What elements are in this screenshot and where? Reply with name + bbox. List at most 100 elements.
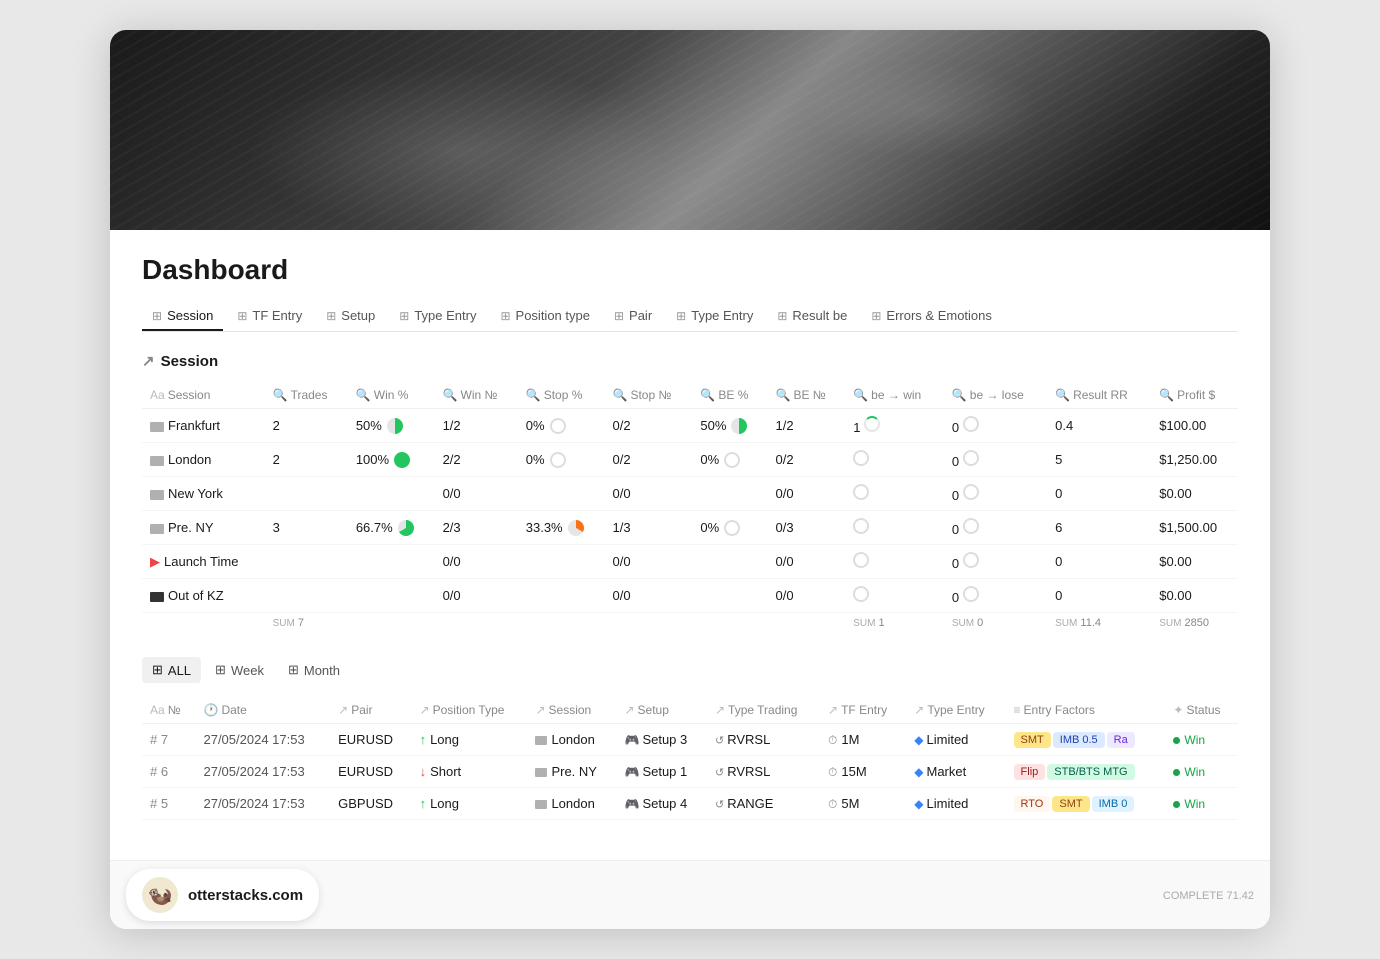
tab-type-entry-1-icon: ⊞	[399, 309, 409, 323]
trades-col-setup: ↗Setup	[616, 697, 706, 724]
trades-col-position-type: ↗Position Type	[412, 697, 528, 724]
cell-win-pct	[348, 477, 435, 511]
table-row: ▶Launch Time 0/0 0/0 0/0	[142, 545, 1238, 579]
tab-week[interactable]: ⊞ Week	[205, 657, 274, 683]
cell-session: ▶Launch Time	[142, 545, 265, 579]
tab-type-entry-2[interactable]: ⊞ Type Entry	[666, 302, 763, 331]
cell-be-pct	[692, 579, 767, 613]
cell-result-rr: 0	[1047, 545, 1151, 579]
tab-tf-entry[interactable]: ⊞ TF Entry	[227, 302, 312, 331]
table-row: Frankfurt 2 50% 1/2 0% 0/2 50% 1/2 1	[142, 409, 1238, 443]
cell-trade-position: ↑Long	[412, 724, 528, 756]
cell-profit: $0.00	[1151, 545, 1238, 579]
cell-profit: $0.00	[1151, 477, 1238, 511]
cell-session: Out of KZ	[142, 579, 265, 613]
trades-col-tf-entry: ↗TF Entry	[820, 697, 906, 724]
tab-position-type[interactable]: ⊞ Position type	[490, 302, 600, 331]
cell-trade-type-trading: ↺RVRSL	[707, 724, 820, 756]
col-profit: 🔍Profit $	[1151, 382, 1238, 409]
cell-trades	[265, 579, 348, 613]
cell-win-pct	[348, 579, 435, 613]
cell-trade-no: # 5	[142, 788, 195, 820]
session-table-container: AaSession 🔍Trades 🔍Win % 🔍Win № 🔍Stop % …	[142, 382, 1238, 633]
col-be-lose: 🔍be → lose	[944, 382, 1047, 409]
cell-stop-pct	[518, 477, 605, 511]
cell-be-lose: 0	[944, 545, 1047, 579]
table-row: London 2 100% 2/2 0% 0/2 0% 0/2	[142, 443, 1238, 477]
cell-be-no: 0/2	[768, 443, 846, 477]
trades-col-session: ↗Session	[527, 697, 616, 724]
tab-type-entry-1[interactable]: ⊞ Type Entry	[389, 302, 486, 331]
tab-type-entry-2-icon: ⊞	[676, 309, 686, 323]
trades-col-status: ✦Status	[1165, 697, 1238, 724]
cell-trade-session: London	[527, 788, 616, 820]
tab-setup-icon: ⊞	[326, 309, 336, 323]
cell-stop-no: 0/2	[605, 409, 693, 443]
tab-all[interactable]: ⊞ ALL	[142, 657, 201, 683]
cell-win-no: 0/0	[435, 477, 518, 511]
cell-win-no: 1/2	[435, 409, 518, 443]
table-row: Pre. NY 3 66.7% 2/3 33.3% 1/3 0% 0/3	[142, 511, 1238, 545]
cell-trade-pair: EURUSD	[330, 724, 411, 756]
tab-pair[interactable]: ⊞ Pair	[604, 302, 662, 331]
cell-result-rr: 0	[1047, 477, 1151, 511]
tab-errors[interactable]: ⊞ Errors & Emotions	[861, 302, 1002, 331]
page-title: Dashboard	[142, 254, 1238, 286]
cell-trade-tf-entry: ⏱1M	[820, 724, 906, 756]
cell-be-lose: 0	[944, 477, 1047, 511]
cell-trade-session: Pre. NY	[527, 756, 616, 788]
tab-setup[interactable]: ⊞ Setup	[316, 302, 385, 331]
cell-be-win	[845, 579, 944, 613]
tab-position-type-icon: ⊞	[500, 309, 510, 323]
section-arrow-icon: ↗	[142, 352, 155, 370]
cell-trade-date: 27/05/2024 17:53	[195, 788, 330, 820]
cell-be-pct: 0%	[692, 443, 767, 477]
tab-month[interactable]: ⊞ Month	[278, 657, 350, 683]
cell-trade-setup: 🎮Setup 3	[616, 724, 706, 756]
tab-week-icon: ⊞	[215, 662, 226, 678]
cell-win-pct	[348, 545, 435, 579]
tab-session[interactable]: ⊞ Session	[142, 302, 223, 331]
cell-be-no: 0/0	[768, 579, 846, 613]
cell-stop-no: 0/0	[605, 545, 693, 579]
cell-trade-entry-factors: FlipSTB/BTS MTG	[1006, 756, 1166, 788]
otter-avatar: 🦦	[142, 877, 178, 913]
cell-stop-pct	[518, 545, 605, 579]
otter-name: otterstacks.com	[188, 887, 303, 904]
cell-trade-position: ↑Long	[412, 788, 528, 820]
cell-session: New York	[142, 477, 265, 511]
cell-trade-type-entry: ◆Limited	[906, 788, 1005, 820]
tab-tf-entry-icon: ⊞	[237, 309, 247, 323]
trades-table: Aa№ 🕐Date ↗Pair ↗Position Type ↗Session …	[142, 697, 1238, 820]
col-trades: 🔍Trades	[265, 382, 348, 409]
cell-trade-entry-factors: SMTIMB 0.5Ra	[1006, 724, 1166, 756]
cell-trade-type-trading: ↺RVRSL	[707, 756, 820, 788]
cell-trades	[265, 477, 348, 511]
cell-be-pct	[692, 545, 767, 579]
cell-result-rr: 5	[1047, 443, 1151, 477]
cell-be-lose: 0	[944, 511, 1047, 545]
bottom-bar: 🦦 otterstacks.com COMPLETE 71.42	[110, 860, 1270, 929]
tab-result-be[interactable]: ⊞ Result be	[767, 302, 857, 331]
trades-col-pair: ↗Pair	[330, 697, 411, 724]
session-table: AaSession 🔍Trades 🔍Win % 🔍Win № 🔍Stop % …	[142, 382, 1238, 633]
cell-be-pct: 0%	[692, 511, 767, 545]
trades-col-no: Aa№	[142, 697, 195, 724]
tab-result-be-icon: ⊞	[777, 309, 787, 323]
col-be-no: 🔍BE №	[768, 382, 846, 409]
cell-be-pct: 50%	[692, 409, 767, 443]
cell-stop-pct: 0%	[518, 409, 605, 443]
sum-row: SUM 7 SUM 1 SUM 0 SUM 11.4 SUM 2850	[142, 613, 1238, 634]
col-stop-pct: 🔍Stop %	[518, 382, 605, 409]
cell-trades	[265, 545, 348, 579]
cell-stop-no: 0/0	[605, 579, 693, 613]
table-row: # 6 27/05/2024 17:53 EURUSD ↓Short Pre. …	[142, 756, 1238, 788]
cell-be-lose: 0	[944, 443, 1047, 477]
cell-trade-status: Win	[1165, 756, 1238, 788]
trades-table-container: Aa№ 🕐Date ↗Pair ↗Position Type ↗Session …	[142, 697, 1238, 820]
cell-trade-type-entry: ◆Market	[906, 756, 1005, 788]
cell-win-pct: 100%	[348, 443, 435, 477]
cell-session: Frankfurt	[142, 409, 265, 443]
main-tabs: ⊞ Session ⊞ TF Entry ⊞ Setup ⊞ Type Entr…	[142, 302, 1238, 332]
cell-profit: $0.00	[1151, 579, 1238, 613]
